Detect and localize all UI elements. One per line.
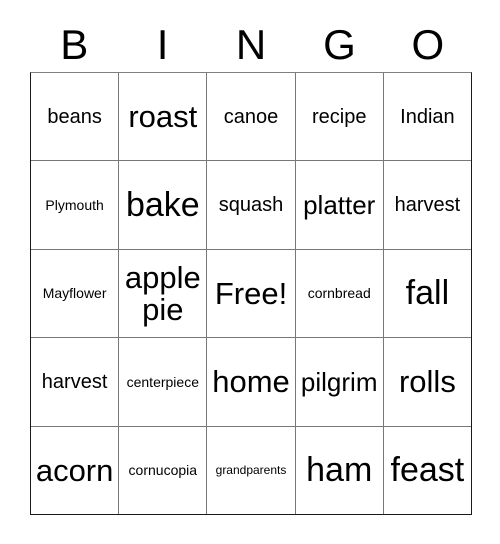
bingo-cell-label: harvest — [41, 370, 108, 393]
bingo-row-4: harvest centerpiece home pilgrim rolls — [31, 337, 471, 426]
bingo-cell-label: rolls — [398, 364, 456, 400]
bingo-header-letter-b: B — [60, 21, 89, 68]
bingo-cell-label: acorn — [35, 452, 114, 488]
bingo-cell-o3[interactable]: fall — [382, 249, 471, 338]
bingo-cell-label: squash — [218, 193, 284, 216]
bingo-cell-label: Plymouth — [45, 196, 104, 213]
bingo-cell-label: fall — [405, 274, 450, 313]
bingo-row-1: beans roast canoe recipe Indian — [31, 73, 471, 161]
bingo-header-row: B I N G O — [30, 18, 472, 72]
bingo-cell-n1[interactable]: canoe — [206, 73, 294, 161]
bingo-cell-n2[interactable]: squash — [206, 161, 294, 249]
bingo-cell-i4[interactable]: centerpiece — [118, 338, 206, 426]
bingo-cell-b3[interactable]: Mayflower — [31, 250, 118, 337]
bingo-row-5: acorn cornucopia grandparents ham feast — [31, 425, 471, 515]
bingo-cell-label: Indian — [400, 105, 455, 128]
bingo-grid: beans roast canoe recipe Indian Plymouth… — [30, 72, 472, 515]
bingo-header-letter-o: O — [411, 21, 445, 68]
bingo-cell-label: bake — [125, 185, 200, 224]
bingo-cell-label: platter — [303, 189, 376, 220]
bingo-cell-label: grandparents — [215, 463, 287, 478]
bingo-cell-g1[interactable]: recipe — [294, 73, 383, 161]
bingo-cell-label: harvest — [394, 193, 461, 216]
bingo-cell-label: canoe — [223, 105, 279, 128]
bingo-cell-b4[interactable]: harvest — [31, 338, 118, 425]
bingo-cell-label: recipe — [311, 105, 367, 128]
bingo-cell-label: pilgrim — [300, 366, 378, 397]
bingo-cell-b2[interactable]: Plymouth — [31, 161, 118, 248]
bingo-cell-label: ham — [306, 450, 373, 489]
bingo-cell-g2[interactable]: platter — [294, 161, 383, 249]
bingo-cell-label: cornbread — [307, 285, 371, 302]
bingo-cell-g3[interactable]: cornbread — [294, 249, 383, 338]
bingo-cell-label: beans — [47, 105, 102, 128]
bingo-cell-g4[interactable]: pilgrim — [294, 338, 383, 426]
bingo-cell-i1[interactable]: roast — [118, 73, 206, 161]
bingo-cell-i2[interactable]: bake — [118, 161, 206, 249]
bingo-cell-b5[interactable]: acorn — [31, 427, 118, 514]
bingo-header-letter-g: G — [323, 21, 356, 68]
bingo-cell-label: apple pie — [124, 259, 201, 327]
bingo-cell-o5[interactable]: feast — [382, 426, 471, 515]
bingo-cell-o4[interactable]: rolls — [382, 338, 471, 426]
bingo-header-letter-i: I — [156, 21, 169, 68]
bingo-cell-i5[interactable]: cornucopia — [118, 426, 206, 515]
bingo-row-3: Mayflower apple pie Free! cornbread fall — [31, 248, 471, 338]
bingo-cell-n4[interactable]: home — [206, 338, 294, 426]
bingo-row-2: Plymouth bake squash platter harvest — [31, 160, 471, 249]
bingo-cell-label: home — [212, 364, 290, 400]
bingo-cell-b1[interactable]: beans — [31, 73, 118, 160]
bingo-cell-label: feast — [390, 450, 465, 489]
bingo-cell-label: cornucopia — [128, 462, 198, 479]
bingo-free-space-label: Free! — [214, 275, 288, 311]
bingo-cell-n5[interactable]: grandparents — [206, 426, 294, 515]
bingo-card: B I N G O beans roast canoe recipe India… — [0, 0, 500, 544]
bingo-cell-label: Mayflower — [42, 285, 107, 302]
bingo-header-letter-n: N — [235, 21, 267, 68]
bingo-cell-i3[interactable]: apple pie — [118, 249, 206, 338]
bingo-cell-g5[interactable]: ham — [294, 426, 383, 515]
bingo-cell-free-space[interactable]: Free! — [206, 249, 294, 338]
bingo-cell-o2[interactable]: harvest — [382, 161, 471, 249]
bingo-cell-label: roast — [128, 98, 198, 134]
bingo-cell-o1[interactable]: Indian — [382, 73, 471, 161]
bingo-cell-label: centerpiece — [126, 373, 199, 390]
